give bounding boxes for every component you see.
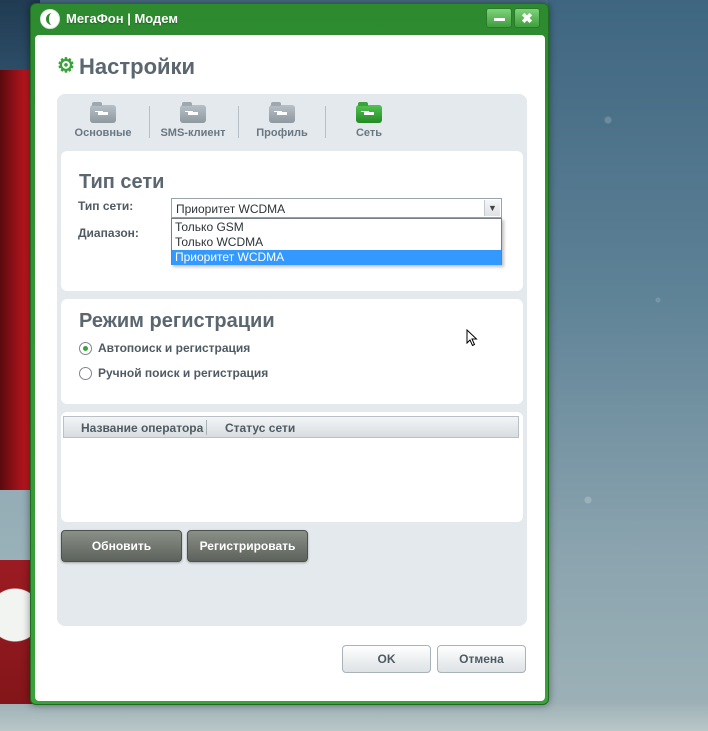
tab-divider (325, 106, 326, 138)
tab-divider (238, 106, 239, 138)
tab-divider (149, 106, 150, 138)
page-title: Настройки (79, 54, 196, 79)
cancel-button[interactable]: Отмена (437, 645, 526, 673)
column-header-operator[interactable]: Название оператора (81, 421, 203, 435)
minimize-button[interactable] (486, 8, 512, 28)
network-type-select[interactable]: Приоритет WCDMA ▼ (171, 198, 502, 218)
tab-label: Профиль (256, 127, 308, 139)
modem-window: МегаФон | Модем ✖ ⚙ Настройки Основные S… (30, 3, 549, 705)
registration-mode-section: Режим регистрации Автопоиск и регистраци… (61, 299, 523, 404)
section-title: Режим регистрации (79, 310, 275, 332)
desktop-wallpaper-right (548, 0, 708, 731)
tab-basic[interactable]: Основные (63, 102, 143, 148)
tab-label: SMS-клиент (160, 127, 226, 139)
chevron-down-icon[interactable]: ▼ (484, 200, 500, 216)
band-label: Диапазон: (78, 226, 139, 240)
settings-panel: Основные SMS-клиент Профиль Сеть Тип сет… (57, 94, 527, 626)
megafon-logo-icon (40, 9, 60, 29)
tab-sms-client[interactable]: SMS-клиент (153, 102, 233, 148)
radio-button[interactable] (79, 342, 92, 355)
window-client-area: ⚙ Настройки Основные SMS-клиент Профиль (35, 35, 545, 701)
tab-label: Основные (74, 127, 132, 139)
folder-key-icon (269, 102, 295, 123)
column-header-status[interactable]: Статус сети (225, 421, 295, 435)
settings-tabs: Основные SMS-клиент Профиль Сеть (57, 94, 527, 150)
tab-profile[interactable]: Профиль (242, 102, 322, 148)
network-type-label: Тип сети: (78, 199, 134, 213)
radio-label: Ручной поиск и регистрация (98, 366, 269, 380)
window-title: МегаФон | Модем (66, 11, 178, 26)
section-title: Тип сети (79, 171, 165, 193)
mouse-cursor-icon (466, 329, 478, 347)
column-divider[interactable] (206, 420, 207, 435)
close-button[interactable]: ✖ (514, 8, 540, 28)
desktop-wallpaper-bottom (0, 704, 708, 731)
folder-key-icon (356, 102, 382, 123)
folder-key-icon (180, 102, 206, 123)
tab-label: Сеть (355, 127, 383, 139)
title-bar[interactable]: МегаФон | Модем ✖ (31, 4, 548, 34)
tab-network[interactable]: Сеть (329, 102, 409, 148)
radio-button[interactable] (79, 367, 92, 380)
table-header: Название оператора Статус сети (63, 416, 519, 438)
gear-icon: ⚙ (57, 55, 75, 77)
folder-key-icon (90, 102, 116, 123)
register-button[interactable]: Регистрировать (187, 530, 308, 562)
network-type-dropdown: Только GSM Только WCDMA Приоритет WCDMA (171, 218, 502, 265)
radio-label: Автопоиск и регистрация (98, 341, 251, 355)
close-icon: ✖ (521, 10, 533, 26)
network-type-section: Тип сети Тип сети: Диапазон: Приоритет W… (61, 151, 523, 291)
refresh-button[interactable]: Обновить (61, 530, 182, 562)
operators-table: Название оператора Статус сети (61, 412, 523, 522)
network-type-value: Приоритет WCDMA (176, 202, 286, 216)
dropdown-option-wcdma-only[interactable]: Только WCDMA (172, 235, 501, 250)
ok-button[interactable]: OK (342, 645, 431, 673)
dropdown-option-wcdma-priority[interactable]: Приоритет WCDMA (172, 250, 501, 265)
dropdown-option-gsm-only[interactable]: Только GSM (172, 220, 501, 235)
